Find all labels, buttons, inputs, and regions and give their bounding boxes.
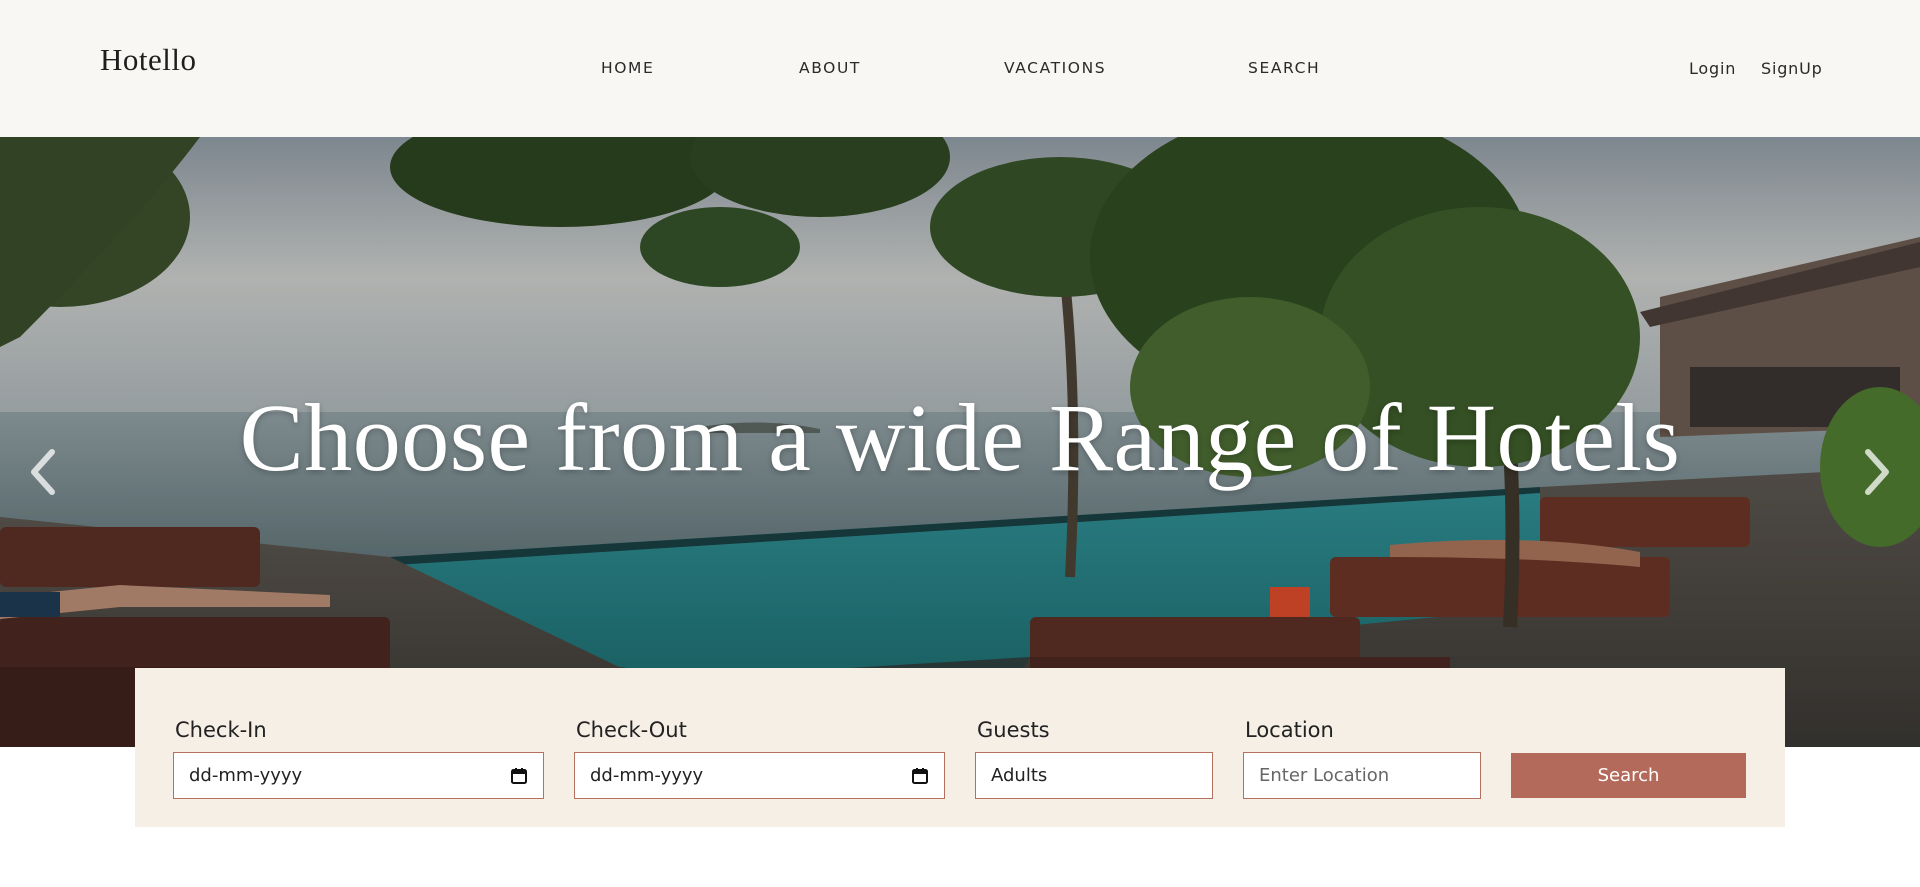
checkout-date-value: dd-mm-yyyy xyxy=(590,765,704,786)
checkout-label: Check-Out xyxy=(576,718,687,742)
guests-select[interactable]: Adults xyxy=(975,752,1213,799)
location-input[interactable] xyxy=(1259,765,1465,786)
calendar-icon[interactable] xyxy=(510,767,528,785)
chevron-right-icon[interactable] xyxy=(1858,442,1898,502)
signup-link[interactable]: SignUp xyxy=(1761,59,1823,78)
guests-value: Adults xyxy=(991,765,1048,786)
calendar-icon[interactable] xyxy=(911,767,929,785)
nav-item-search[interactable]: SEARCH xyxy=(1248,59,1320,77)
nav-item-home[interactable]: HOME xyxy=(601,59,654,77)
hero-title: Choose from a wide Range of Hotels xyxy=(239,384,1681,491)
location-field[interactable] xyxy=(1243,752,1481,799)
checkin-date-value: dd-mm-yyyy xyxy=(189,765,303,786)
search-button[interactable]: Search xyxy=(1511,753,1746,798)
site-header: Hotello HOME ABOUT VACATIONS SEARCH Logi… xyxy=(0,0,1920,137)
nav-item-about[interactable]: ABOUT xyxy=(799,59,861,77)
hero-carousel: Choose from a wide Range of Hotels xyxy=(0,137,1920,747)
booking-form: Check-In dd-mm-yyyy Check-Out dd-mm-yyyy… xyxy=(135,668,1785,827)
checkin-date-input[interactable]: dd-mm-yyyy xyxy=(173,752,544,799)
chevron-left-icon[interactable] xyxy=(22,442,62,502)
brand-logo[interactable]: Hotello xyxy=(100,42,197,78)
checkout-date-input[interactable]: dd-mm-yyyy xyxy=(574,752,945,799)
location-label: Location xyxy=(1245,718,1334,742)
login-link[interactable]: Login xyxy=(1689,59,1736,78)
checkin-label: Check-In xyxy=(175,718,267,742)
guests-label: Guests xyxy=(977,718,1050,742)
nav-item-vacations[interactable]: VACATIONS xyxy=(1004,59,1106,77)
